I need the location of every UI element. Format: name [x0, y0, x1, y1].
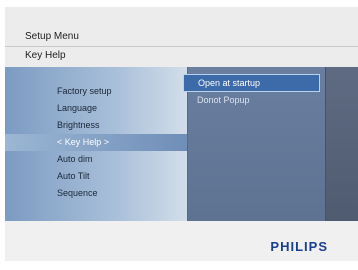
page-subtitle: Key Help: [25, 50, 66, 61]
menu-item-label: Auto dim: [57, 154, 93, 164]
menu-item-label: < Key Help >: [57, 137, 110, 147]
menu-item-brightness[interactable]: Brightness: [5, 117, 187, 134]
menu-item-label: Factory setup: [57, 86, 112, 96]
menu-item-sequence[interactable]: Sequence: [5, 185, 187, 202]
menu-item-label: Brightness: [57, 120, 100, 130]
header-divider: [5, 46, 358, 47]
menu-item-factory-setup[interactable]: Factory setup: [5, 83, 187, 100]
option-donot-popup[interactable]: Donot Popup: [183, 92, 320, 108]
option-label: Open at startup: [198, 78, 261, 88]
brand-logo: PHILIPS: [270, 239, 328, 254]
menu-item-key-help[interactable]: < Key Help >: [5, 134, 187, 151]
menu-item-label: Auto Tilt: [57, 171, 90, 181]
setup-menu-list: Factory setup Language Brightness < Key …: [5, 83, 187, 202]
key-help-options: Open at startup Donot Popup: [183, 74, 320, 108]
menu-item-auto-dim[interactable]: Auto dim: [5, 151, 187, 168]
menu-item-language[interactable]: Language: [5, 100, 187, 117]
option-label: Donot Popup: [197, 95, 250, 105]
menu-item-auto-tilt[interactable]: Auto Tilt: [5, 168, 187, 185]
menu-column: Factory setup Language Brightness < Key …: [5, 67, 187, 221]
page-title: Setup Menu: [25, 31, 79, 42]
menu-item-label: Sequence: [57, 188, 98, 198]
menu-item-label: Language: [57, 103, 98, 113]
option-open-at-startup[interactable]: Open at startup: [183, 74, 320, 92]
preview-column: [325, 67, 358, 221]
